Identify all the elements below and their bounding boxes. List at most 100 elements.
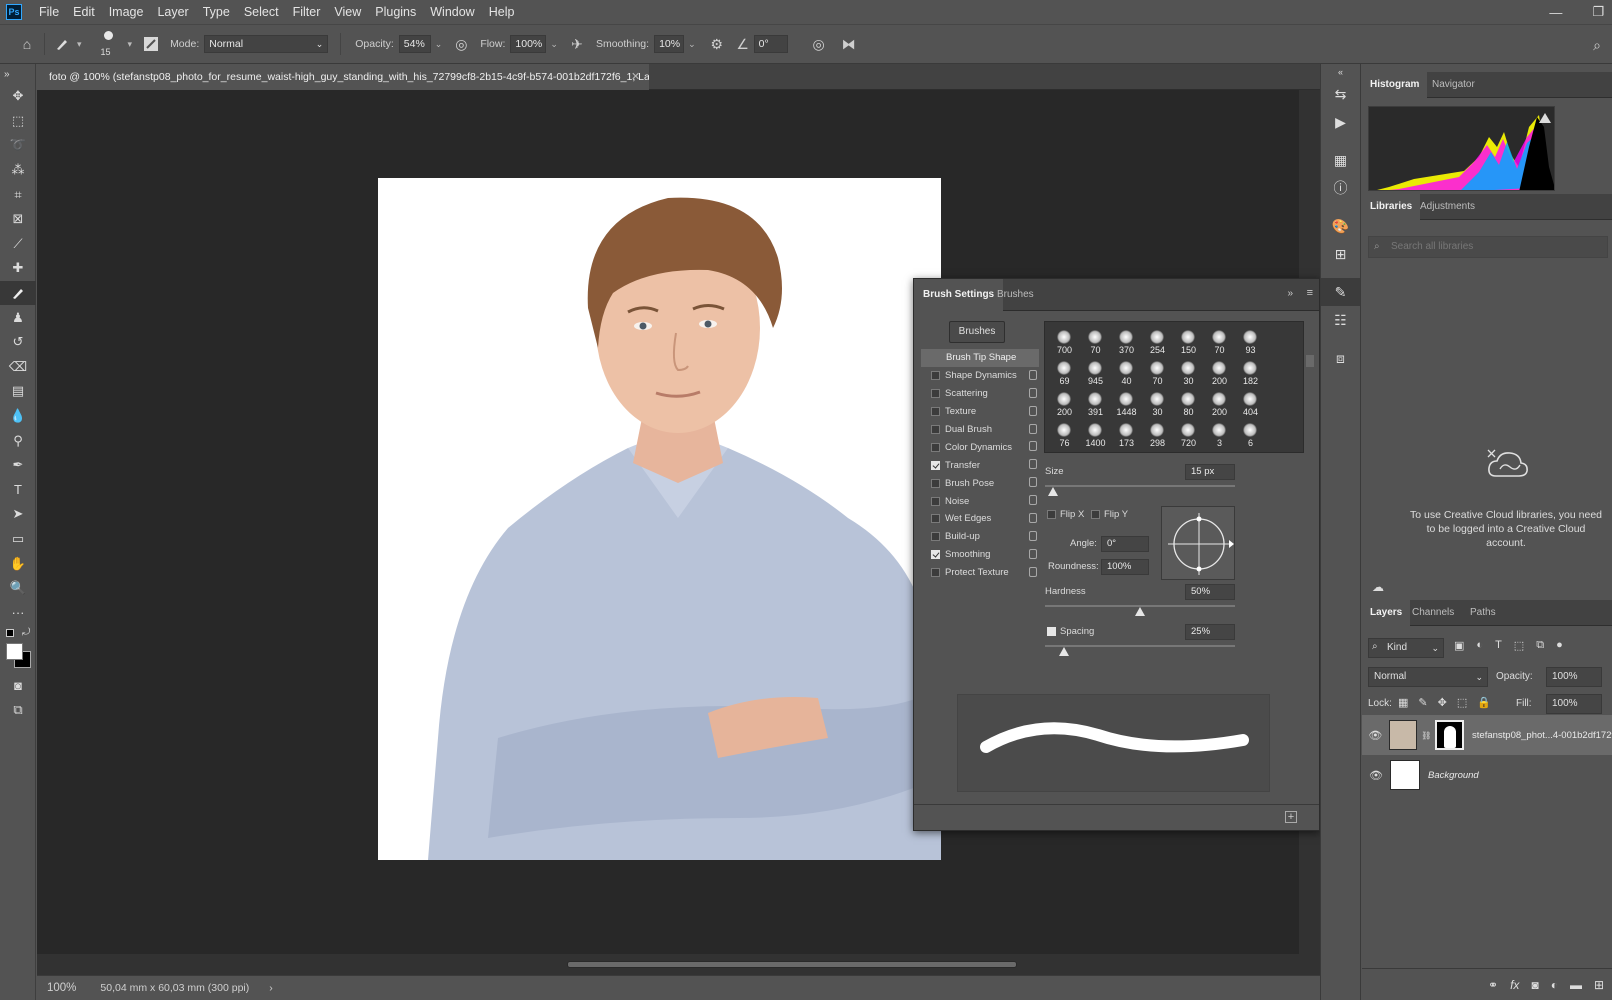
brush-tip-preset[interactable]: 1400 xyxy=(1080,419,1111,450)
swap-colors-icon[interactable]: ⤾ xyxy=(22,627,30,638)
brush-option-item[interactable]: Brush Pose xyxy=(921,474,1039,492)
spacing-input[interactable]: 25% xyxy=(1185,624,1235,640)
brush-tip-preset[interactable]: 298 xyxy=(1142,419,1173,450)
brush-option-checkbox[interactable] xyxy=(931,550,940,560)
spacing-slider-knob[interactable] xyxy=(1059,647,1069,656)
new-group-icon[interactable]: ▬ xyxy=(1570,978,1582,992)
foreground-color-swatch[interactable] xyxy=(6,643,23,661)
menu-edit[interactable]: Edit xyxy=(66,0,102,24)
rectangle-tool-icon[interactable]: ▭ xyxy=(0,527,36,552)
home-icon[interactable]: ⌂ xyxy=(16,33,38,55)
new-brush-icon[interactable]: + xyxy=(1285,811,1297,823)
airbrush-icon[interactable]: ✈ xyxy=(566,33,588,55)
tab-navigator[interactable]: Navigator xyxy=(1424,72,1483,98)
clone-source-icon[interactable]: ⧈ xyxy=(1321,344,1360,372)
brush-tip-preset[interactable]: 40 xyxy=(1111,357,1142,388)
filter-toggle-icon[interactable]: ● xyxy=(1556,639,1563,652)
brush-angle-roundness-widget[interactable] xyxy=(1161,506,1235,580)
close-icon[interactable]: ✕ xyxy=(631,64,640,90)
lock-position-icon[interactable]: ✥ xyxy=(1438,696,1447,709)
collapse-dock-icon[interactable]: « xyxy=(1321,64,1360,80)
brush-option-item[interactable]: Build-up xyxy=(921,528,1039,546)
angle-input[interactable]: 0° xyxy=(1101,536,1149,552)
brush-tool-icon[interactable] xyxy=(0,280,36,306)
chevron-down-icon[interactable]: ⌄ xyxy=(550,39,558,50)
lock-icon[interactable] xyxy=(1029,513,1037,524)
layer-mask-thumbnail[interactable] xyxy=(1435,720,1465,750)
actions-play-icon[interactable]: ▶ xyxy=(1321,108,1360,136)
size-slider-knob[interactable] xyxy=(1047,487,1058,496)
filter-shape-icon[interactable]: ⬚ xyxy=(1514,639,1524,652)
lock-icon[interactable] xyxy=(1029,405,1037,416)
history-icon[interactable]: ⇆ xyxy=(1321,80,1360,108)
lock-icon[interactable] xyxy=(1029,477,1037,488)
lock-icon[interactable] xyxy=(1029,495,1037,506)
flip-x-checkbox[interactable] xyxy=(1047,510,1056,519)
opacity-input[interactable]: 54% xyxy=(398,35,431,53)
filter-type-icon[interactable]: T xyxy=(1495,639,1502,652)
brush-tip-grid[interactable]: 700 70 370 254 150 70 93 69 945 40 70 30 200 182 200 39… xyxy=(1044,321,1304,453)
horizontal-scrollbar[interactable] xyxy=(37,954,1299,975)
brushes-button[interactable]: Brushes xyxy=(949,321,1005,343)
brush-tip-preset[interactable]: 200 xyxy=(1204,357,1235,388)
chain-link-icon[interactable]: ⛓ xyxy=(1421,731,1431,740)
menu-window[interactable]: Window xyxy=(423,0,481,24)
hand-tool-icon[interactable]: ✋ xyxy=(0,551,36,576)
brush-option-checkbox[interactable] xyxy=(931,478,940,488)
pressure-size-icon[interactable]: ◎ xyxy=(808,33,830,55)
cloud-sync-icon[interactable]: ☁ xyxy=(1372,580,1384,594)
brush-tip-preset[interactable]: 70 xyxy=(1080,326,1111,357)
lock-icon[interactable] xyxy=(1029,423,1037,434)
layer-opacity-input[interactable]: 100% xyxy=(1546,667,1602,687)
brush-preset-picker[interactable]: 15 xyxy=(94,27,124,61)
brush-option-item[interactable]: Protect Texture xyxy=(921,564,1039,582)
brush-tip-preset[interactable]: 254 xyxy=(1142,326,1173,357)
brush-tip-preset[interactable]: 700 xyxy=(1049,326,1080,357)
default-colors-icon[interactable] xyxy=(6,629,14,638)
lock-icon[interactable] xyxy=(1029,459,1037,470)
tab-brushes[interactable]: Brushes xyxy=(988,279,1043,311)
chevron-down-icon[interactable]: ▾ xyxy=(128,39,133,50)
chevron-down-icon[interactable]: ▾ xyxy=(77,39,82,50)
spacing-checkbox[interactable] xyxy=(1047,627,1056,636)
crop-tool-icon[interactable]: ⌗ xyxy=(0,182,36,207)
brush-tip-shape-item[interactable]: Brush Tip Shape xyxy=(921,349,1039,367)
size-slider-track[interactable] xyxy=(1045,485,1235,487)
library-search-input[interactable]: Search all libraries xyxy=(1368,236,1608,258)
panel-menu-icon[interactable]: ≡ xyxy=(1307,287,1313,299)
brush-tip-preset[interactable]: 370 xyxy=(1111,326,1142,357)
magic-wand-tool-icon[interactable]: ⁂ xyxy=(0,158,36,183)
brush-tip-preset[interactable]: 30 xyxy=(1142,388,1173,419)
filter-smart-object-icon[interactable]: ⧉ xyxy=(1536,639,1544,652)
lasso-tool-icon[interactable]: ➰ xyxy=(0,133,36,158)
tab-adjustments[interactable]: Adjustments xyxy=(1412,194,1483,220)
lock-icon[interactable] xyxy=(1029,548,1037,559)
gradient-tool-icon[interactable]: ▤ xyxy=(0,379,36,404)
color-swatches[interactable]: ⤾ xyxy=(0,625,36,673)
brush-option-checkbox[interactable] xyxy=(931,407,940,417)
layer-row[interactable]: 👁 Background xyxy=(1362,755,1612,795)
brush-tip-preset[interactable]: 76 xyxy=(1049,419,1080,450)
dodge-tool-icon[interactable]: ⚲ xyxy=(0,428,36,453)
brush-tip-preset[interactable]: 80 xyxy=(1173,388,1204,419)
minimize-icon[interactable]: — xyxy=(1549,5,1562,20)
brush-option-checkbox[interactable] xyxy=(931,460,940,470)
brush-tip-preset[interactable]: 30 xyxy=(1173,357,1204,388)
lock-icon[interactable] xyxy=(1029,369,1037,380)
restore-icon[interactable]: ❐ xyxy=(1592,4,1604,20)
zoom-level[interactable]: 100% xyxy=(47,982,76,994)
search-icon[interactable]: ⌕ xyxy=(1586,34,1608,56)
brush-option-checkbox[interactable] xyxy=(931,568,940,578)
brush-tip-preset[interactable]: 150 xyxy=(1173,326,1204,357)
brush-tool-icon[interactable] xyxy=(51,33,73,55)
tab-channels[interactable]: Channels xyxy=(1404,600,1462,626)
new-layer-icon[interactable]: ⊞ xyxy=(1594,978,1604,992)
quick-mask-icon[interactable]: ◙ xyxy=(0,673,36,698)
chevron-down-icon[interactable]: ⌄ xyxy=(435,39,443,50)
type-tool-icon[interactable]: T xyxy=(0,478,36,503)
brush-option-checkbox[interactable] xyxy=(931,532,940,542)
brush-settings-toggle-icon[interactable] xyxy=(140,33,162,55)
brush-tip-preset[interactable]: 3 xyxy=(1204,419,1235,450)
move-tool-icon[interactable]: ✥ xyxy=(0,84,36,109)
lock-transparency-icon[interactable]: ▦ xyxy=(1398,696,1408,709)
